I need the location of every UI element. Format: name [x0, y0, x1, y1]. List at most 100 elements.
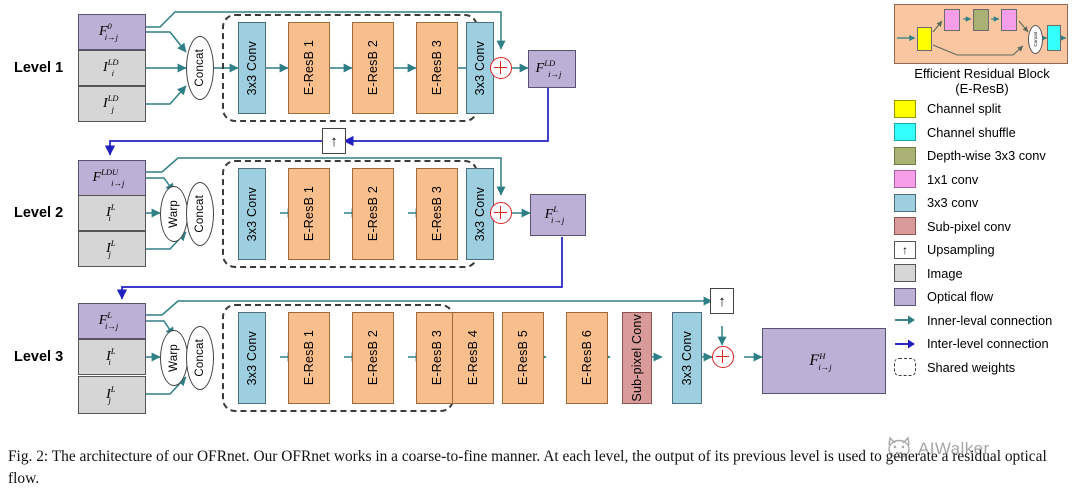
- level-1-block-1: E-ResB 1: [288, 22, 330, 114]
- level-2-block-0-label: 3x3 Conv: [245, 186, 259, 242]
- eresb-diagram: Concat: [894, 4, 1068, 64]
- level-1-input-flow-symbol: F0i→j: [98, 21, 119, 42]
- legend-item-channel-split: Channel split: [886, 97, 1078, 121]
- level-3-block-2-label: E-ResB 2: [366, 330, 380, 386]
- level-3-input-image-j: ILj: [78, 376, 146, 414]
- level-2-block-4-label: 3x3 Conv: [473, 186, 487, 242]
- level-1-output-flow-symbol: FLDi→j: [535, 58, 562, 79]
- level-2-input-image-i-symbol: ILi: [106, 202, 116, 223]
- figure-caption: Fig. 2: The architecture of our OFRnet. …: [8, 448, 1047, 487]
- level-3-extra-block-3: Sub-pixel Conv: [622, 312, 652, 404]
- figure-root: Level 1 F0i→j ILDi ILDj Concat 3x3 Conv …: [0, 0, 1080, 502]
- level-1-concat-label: Concat: [194, 49, 206, 87]
- level-3-extra-block-0: E-ResB 4: [452, 312, 494, 404]
- level-3-block-0-label: 3x3 Conv: [245, 330, 259, 386]
- level-2-output-flow-symbol: FLi→j: [544, 204, 565, 225]
- eresb-channel-shuffle-icon: [1047, 25, 1061, 51]
- legend-label-inter-level-connection: Inter-level connection: [927, 336, 1049, 352]
- channel-shuffle-swatch-icon: [894, 123, 916, 142]
- upsample-arrow-glyph-3: ↑: [718, 292, 726, 310]
- legend-label-shared-weights: Shared weights: [927, 359, 1016, 375]
- depthwise-conv-swatch-icon: [894, 146, 916, 165]
- level-2-warp-node: Warp: [160, 186, 188, 242]
- level-3-label: Level 3: [14, 349, 64, 365]
- eresb-channel-split-icon: [917, 27, 932, 51]
- level-3-concat-label: Concat: [194, 339, 206, 377]
- level-2-input-image-j-symbol: ILj: [106, 238, 116, 259]
- eresb-concat-node: Concat: [1028, 25, 1043, 54]
- level-1-block-0-label: 3x3 Conv: [245, 40, 259, 96]
- level-1-block-3: E-ResB 3: [416, 22, 458, 114]
- level-2-output-flow: FLi→j: [530, 194, 586, 236]
- legend-item-subpixel-conv: Sub-pixel conv: [886, 214, 1078, 238]
- level-3-input-image-i-symbol: ILi: [106, 346, 116, 367]
- legend-panel: Concat Efficient Residual Block (E-ResB)…: [886, 4, 1078, 379]
- level-1-label: Level 1: [14, 60, 64, 76]
- legend-item-inner-level-connection: Inner-leval connection: [886, 308, 1078, 332]
- level-1-block-2-label: E-ResB 2: [366, 40, 380, 96]
- legend-label-upsampling: Upsampling: [927, 242, 995, 258]
- legend-label-depthwise-conv: Depth-wise 3x3 conv: [927, 148, 1046, 164]
- upsample-box-level-1-to-2: ↑: [322, 128, 346, 154]
- legend-item-shared-weights: Shared weights: [886, 355, 1078, 379]
- level-1-input-image-i: ILDi: [78, 50, 146, 86]
- level-1-block-1-label: E-ResB 1: [302, 40, 316, 96]
- upsample-arrow-glyph-1: ↑: [330, 132, 338, 150]
- inner-level-arrow-icon: [894, 311, 916, 329]
- level-3-extra-block-4: 3x3 Conv: [672, 312, 702, 404]
- level-3-warp-node: Warp: [160, 330, 188, 386]
- level-1-concat-node: Concat: [186, 36, 214, 100]
- eresb-conv1x1-b-icon: [1001, 9, 1017, 31]
- legend-item-conv-3x3: 3x3 conv: [886, 191, 1078, 215]
- shared-weights-swatch-icon: [894, 358, 916, 377]
- eresb-caption: Efficient Residual Block (E-ResB): [886, 66, 1078, 97]
- level-1-input-image-j: ILDj: [78, 86, 146, 122]
- legend-item-channel-shuffle: Channel shuffle: [886, 120, 1078, 144]
- level-2-block-0: 3x3 Conv: [238, 168, 266, 260]
- legend-label-optical-flow: Optical flow: [927, 289, 994, 305]
- level-1-input-image-j-symbol: ILDj: [103, 93, 119, 114]
- legend-label-inner-level-connection: Inner-leval connection: [927, 312, 1053, 328]
- level-2-input-image-j: ILj: [78, 231, 146, 267]
- image-swatch-icon: [894, 264, 916, 283]
- level-3-block-1-label: E-ResB 1: [302, 330, 316, 386]
- level-3-block-3-label: E-ResB 3: [430, 330, 444, 386]
- level-3-extra-block-0-label: E-ResB 4: [466, 330, 480, 386]
- inter-level-arrow-icon: [894, 335, 916, 353]
- legend-item-upsampling: ↑ Upsampling: [886, 238, 1078, 262]
- legend-item-image: Image: [886, 261, 1078, 285]
- eresb-conv1x1-a-icon: [944, 9, 960, 31]
- level-1-output-flow: FLDi→j: [528, 50, 576, 88]
- level-3-extra-block-2-label: E-ResB 6: [580, 330, 594, 386]
- level-2-block-2-label: E-ResB 2: [366, 186, 380, 242]
- level-2-block-2: E-ResB 2: [352, 168, 394, 260]
- upsampling-arrow-glyph: ↑: [902, 242, 908, 257]
- level-1-block-0: 3x3 Conv: [238, 22, 266, 114]
- legend-label-channel-split: Channel split: [927, 101, 1001, 117]
- eresb-caption-line-2: (E-ResB): [955, 80, 1009, 96]
- level-2-sum-node: [490, 202, 512, 224]
- level-3-extra-block-1: E-ResB 5: [502, 312, 544, 404]
- level-1-input-image-i-symbol: ILDi: [103, 57, 119, 78]
- level-3-extra-block-4-label: 3x3 Conv: [680, 330, 694, 386]
- legend-label-conv-3x3: 3x3 conv: [927, 195, 979, 211]
- level-2-block-3-label: E-ResB 3: [430, 186, 444, 242]
- legend-label-conv-1x1: 1x1 conv: [927, 171, 979, 187]
- level-3-extra-block-2: E-ResB 6: [566, 312, 608, 404]
- optical-flow-swatch-icon: [894, 287, 916, 306]
- level-3-input-flow: FLi→j: [78, 303, 146, 339]
- legend-item-inter-level-connection: Inter-level connection: [886, 332, 1078, 356]
- level-1-block-3-label: E-ResB 3: [430, 40, 444, 96]
- level-1-block-4-label: 3x3 Conv: [473, 40, 487, 96]
- legend-item-conv-1x1: 1x1 conv: [886, 167, 1078, 191]
- level-2-input-flow: FLDUi→j: [78, 160, 146, 196]
- upsampling-swatch-icon: ↑: [894, 240, 916, 259]
- level-1-block-2: E-ResB 2: [352, 22, 394, 114]
- level-3-input-image-i: ILi: [78, 339, 146, 375]
- legend-item-depthwise-conv: Depth-wise 3x3 conv: [886, 144, 1078, 168]
- level-1-input-flow: F0i→j: [78, 14, 146, 50]
- level-2-warp-label: Warp: [168, 200, 180, 228]
- conv-1x1-swatch-icon: [894, 170, 916, 189]
- level-3-block-0: 3x3 Conv: [238, 312, 266, 404]
- level-3-block-1: E-ResB 1: [288, 312, 330, 404]
